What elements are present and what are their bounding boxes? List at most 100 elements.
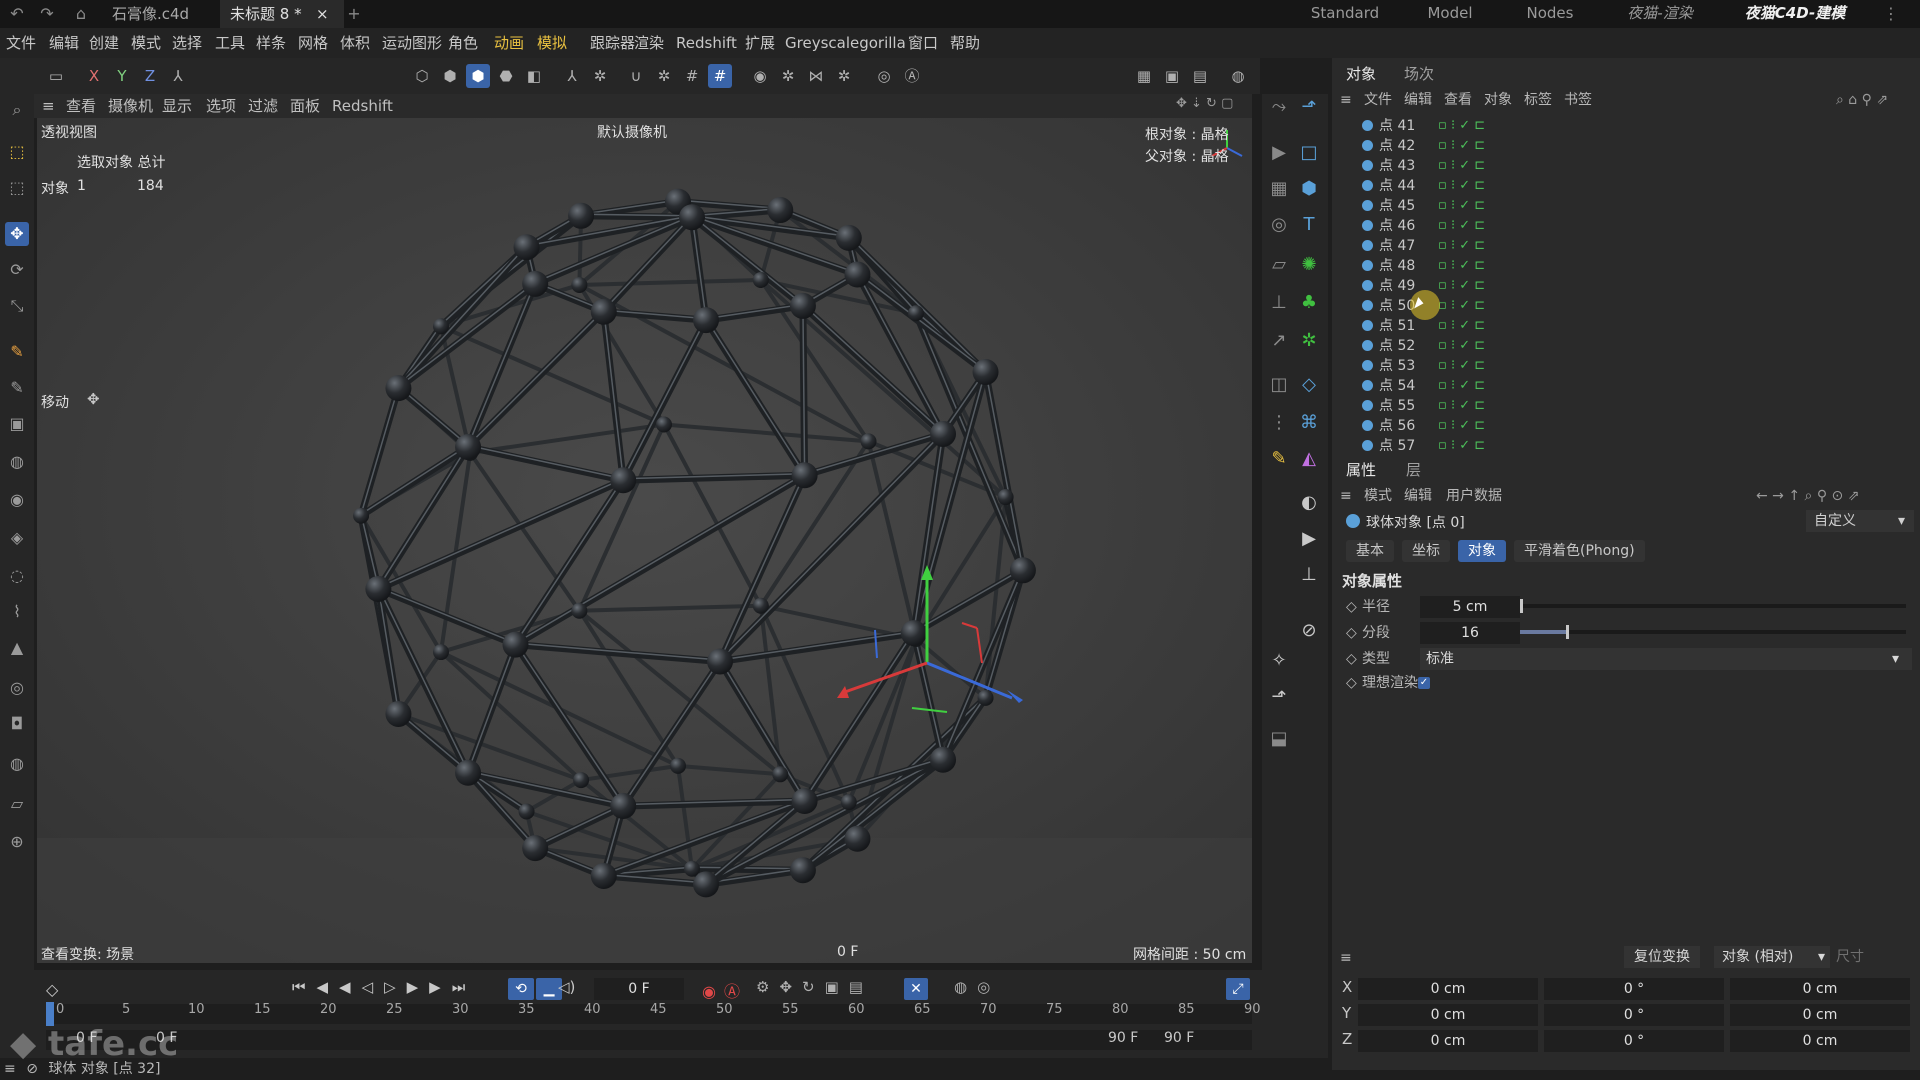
obj-menu-view[interactable]: 查看 [1444, 88, 1472, 112]
layout-modeling[interactable]: 夜猫C4D-建模 [1735, 0, 1855, 30]
axis-x-lock[interactable]: X [82, 64, 106, 88]
layout-model[interactable]: Model [1405, 0, 1495, 28]
undo-view-icon[interactable]: ▭ [44, 64, 68, 88]
segments-slider-handle[interactable] [1566, 625, 1570, 639]
deformer-icon[interactable]: ◈ [5, 526, 29, 550]
scale-tool-icon[interactable]: ⤡ [5, 294, 29, 318]
coord-rot-field[interactable]: 0 ° [1544, 1030, 1724, 1052]
object-row-flags[interactable]: ▫ ⁝ ✓ ⊏ [1438, 436, 1485, 456]
viewport[interactable]: 透视视图 默认摄像机 选取对象 总计 对象 1 184 根对象 : 晶格 父对象… [37, 118, 1252, 963]
camera-name[interactable]: 默认摄像机 [597, 122, 667, 142]
attr-nav-icons[interactable]: ← → ↑ ⌕ ⚲ ⊙ ⇗ [1756, 484, 1859, 508]
coord-size-field[interactable]: 0 cm [1730, 1030, 1910, 1052]
menu-item-18[interactable]: 窗口 [908, 28, 938, 58]
object-row[interactable]: 点 43 ▫ ⁝ ✓ ⊏ [1362, 156, 1552, 176]
redo-icon[interactable]: ↷ [36, 3, 58, 25]
reset-transform-button[interactable]: 复位变换 [1624, 946, 1700, 968]
object-row-flags[interactable]: ▫ ⁝ ✓ ⊏ [1438, 336, 1485, 356]
render-queue-icon[interactable]: ▤ [1188, 64, 1212, 88]
render-region-icon[interactable]: ▦ [1132, 64, 1156, 88]
coord-pos-field[interactable]: 0 cm [1358, 1030, 1538, 1052]
object-row-flags[interactable]: ▫ ⁝ ✓ ⊏ [1438, 296, 1485, 316]
coord-rot-field[interactable]: 0 ° [1544, 1004, 1724, 1026]
live-selection-icon[interactable]: ⬚ [5, 176, 29, 200]
keyframe-icon[interactable]: ◇ [46, 980, 58, 999]
object-row-flags[interactable]: ▫ ⁝ ✓ ⊏ [1438, 276, 1485, 296]
object-row[interactable]: 点 44 ▫ ⁝ ✓ ⊏ [1362, 176, 1552, 196]
menu-item-19[interactable]: 帮助 [950, 28, 980, 58]
cube-tool-icon[interactable]: ▣ [5, 412, 29, 436]
material-icon[interactable]: ◉ [5, 488, 29, 512]
field-icon[interactable]: ◌ [5, 564, 29, 588]
menu-item-12[interactable]: 模拟 [537, 28, 567, 58]
polygons-mode-icon[interactable]: ⬢ [466, 64, 490, 88]
object-row-flags[interactable]: ▫ ⁝ ✓ ⊏ [1438, 176, 1485, 196]
coord-pos-field[interactable]: 0 cm [1358, 1004, 1538, 1026]
rotate-tool-icon[interactable]: ⟳ [5, 258, 29, 282]
light-tool-icon[interactable]: ◍ [5, 752, 29, 776]
object-row[interactable]: 点 41 ▫ ⁝ ✓ ⊏ [1362, 116, 1552, 136]
type-diamond-icon[interactable]: ◇ [1346, 648, 1357, 670]
object-row[interactable]: 点 57 ▫ ⁝ ✓ ⊏ [1362, 436, 1552, 456]
menu-item-13[interactable]: 跟踪器 [590, 28, 635, 58]
palette-icon-5[interactable]: ▱ [1266, 252, 1292, 278]
sphere-object-icon[interactable]: ◐ [1296, 490, 1322, 516]
object-row[interactable]: 点 49 ▫ ⁝ ✓ ⊏ [1362, 276, 1552, 296]
coord-menu-icon[interactable]: ≡ [1340, 946, 1352, 970]
frame-ruler[interactable] [46, 1004, 1252, 1024]
scene-object-icon[interactable]: ⊥ [1296, 562, 1322, 588]
object-manager-icon[interactable]: ⬏ [1296, 94, 1322, 120]
camera-tool-icon[interactable]: ◘ [5, 712, 29, 736]
viewport-menu-5[interactable]: 面板 [290, 94, 320, 118]
selection-icon[interactable]: ⬚ [5, 140, 29, 164]
model-mode-icon[interactable]: ⬣ [494, 64, 518, 88]
symmetry-icon[interactable]: ⋈ [804, 64, 828, 88]
playhead[interactable] [46, 1002, 54, 1026]
attr-menu-userdata[interactable]: 用户数据 [1446, 484, 1502, 508]
object-row[interactable]: 点 42 ▫ ⁝ ✓ ⊏ [1362, 136, 1552, 156]
object-row-flags[interactable]: ▫ ⁝ ✓ ⊏ [1438, 156, 1485, 176]
radius-field[interactable]: 5 cm [1420, 596, 1520, 618]
viewport-menu-4[interactable]: 过滤 [248, 94, 278, 118]
menu-item-10[interactable]: 角色 [448, 28, 478, 58]
obj-menu-file[interactable]: 文件 [1364, 88, 1392, 112]
segments-diamond-icon[interactable]: ◇ [1346, 622, 1357, 644]
object-row-flags[interactable]: ▫ ⁝ ✓ ⊏ [1438, 256, 1485, 276]
object-row[interactable]: 点 55 ▫ ⁝ ✓ ⊏ [1362, 396, 1552, 416]
range-end[interactable]: 90 F [1108, 1030, 1138, 1046]
tab-file-1[interactable]: 石膏像.c4d [102, 0, 199, 28]
tab-layers[interactable]: 层 [1406, 458, 1421, 482]
palette-icon-1[interactable]: ⤳ [1266, 94, 1292, 120]
palette-icon-4[interactable]: ◎ [1266, 212, 1292, 238]
cube-object-icon[interactable]: ⬢ [1296, 176, 1322, 202]
points-mode-icon[interactable]: ⬡ [410, 64, 434, 88]
uv-mode-icon[interactable]: ◧ [522, 64, 546, 88]
obj-menu-edit[interactable]: 编辑 [1404, 88, 1432, 112]
subtab-object[interactable]: 对象 [1458, 540, 1506, 562]
viewport-menu-2[interactable]: 显示 [162, 94, 192, 118]
workplane-tool-icon[interactable]: ⬏ [1266, 684, 1292, 710]
render-settings-icon[interactable]: Ⓐ [900, 64, 924, 88]
object-row-flags[interactable]: ▫ ⁝ ✓ ⊏ [1438, 196, 1485, 216]
menu-item-2[interactable]: 创建 [89, 28, 119, 58]
spline-object-icon[interactable]: ⌘ [1296, 410, 1322, 436]
render-checkbox[interactable]: ✓ [1418, 677, 1430, 689]
subtab-basic[interactable]: 基本 [1346, 540, 1394, 562]
palette-icon-8[interactable]: ◫ [1266, 372, 1292, 398]
menu-item-5[interactable]: 工具 [215, 28, 245, 58]
object-row[interactable]: 点 45 ▫ ⁝ ✓ ⊏ [1362, 196, 1552, 216]
obj-menu-bookmarks[interactable]: 书签 [1564, 88, 1592, 112]
add-tab-icon[interactable]: + [343, 3, 365, 25]
range-slider[interactable] [46, 1030, 1252, 1050]
object-row-flags[interactable]: ▫ ⁝ ✓ ⊏ [1438, 416, 1485, 436]
object-row-flags[interactable]: ▫ ⁝ ✓ ⊏ [1438, 136, 1485, 156]
undo-icon[interactable]: ↶ [6, 3, 28, 25]
menu-item-9[interactable]: 运动图形 [382, 28, 442, 58]
magnet-icon[interactable]: ∪ [624, 64, 648, 88]
camera-object-icon[interactable]: ▶ [1296, 526, 1322, 552]
deformer-object-icon[interactable]: ◇ [1296, 372, 1322, 398]
snap-icon[interactable]: ✧ [1266, 648, 1292, 674]
object-row[interactable]: 点 47 ▫ ⁝ ✓ ⊏ [1362, 236, 1552, 256]
text-object-icon[interactable]: T [1296, 212, 1322, 238]
motion-icons[interactable]: ◍◎ [954, 978, 1000, 996]
